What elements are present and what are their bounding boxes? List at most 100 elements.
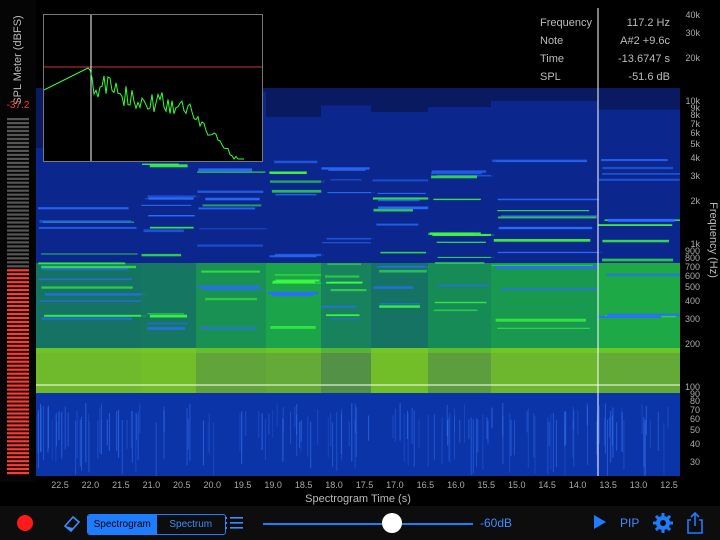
spectrogram-band [196, 348, 266, 393]
meter-segment [7, 444, 29, 447]
frequency-tick: 300 [684, 314, 700, 325]
meter-segment [7, 225, 29, 228]
meter-segment [7, 312, 29, 316]
meter-segment [7, 185, 29, 188]
eraser-icon[interactable] [62, 514, 82, 532]
frequency-tick: 200 [684, 339, 700, 350]
spectrogram-streak [239, 413, 241, 452]
spectrogram-streak [100, 419, 102, 455]
spectrogram-harmonic [41, 253, 138, 255]
spectrogram-harmonic [199, 228, 270, 230]
spectrogram-streak [99, 407, 101, 454]
spectrogram-streak [135, 413, 137, 441]
list-icon[interactable] [224, 515, 244, 531]
meter-segment [7, 201, 29, 204]
spectrogram-band [491, 263, 598, 353]
spectrogram-harmonic [39, 220, 132, 223]
spectrogram-streak [534, 416, 536, 475]
pip-button[interactable]: PIP [620, 516, 639, 530]
spectrogram-band [141, 263, 196, 353]
time-tick: 18.0 [325, 480, 343, 490]
spectrogram-harmonic [326, 281, 363, 284]
spectrogram-streak [351, 403, 353, 462]
spectrogram-harmonic [270, 326, 316, 329]
meter-segment [7, 281, 29, 284]
spectrogram-harmonic [41, 265, 137, 269]
frequency-tick: 2k [690, 196, 700, 207]
meter-segment [7, 126, 29, 129]
spectrogram-harmonic [197, 190, 264, 193]
frequency-tick: 70 [689, 404, 700, 415]
meter-segment [7, 241, 29, 244]
frequency-tick: 5k [690, 139, 700, 150]
spectrogram-streak [327, 417, 329, 458]
meter-segment [7, 328, 29, 331]
spectrogram-streak [464, 404, 465, 443]
spectrogram-harmonic [196, 285, 261, 288]
play-icon[interactable] [593, 514, 607, 530]
spectrogram-harmonic [436, 241, 486, 243]
record-icon[interactable] [17, 515, 33, 531]
meter-segment [7, 340, 29, 343]
spectrogram-streak [604, 403, 606, 454]
spectrogram-harmonic [322, 242, 371, 244]
meter-segment [7, 384, 29, 387]
spectrogram-streak [85, 403, 87, 463]
gear-icon[interactable] [653, 513, 673, 533]
meter-segment [7, 316, 29, 320]
spectrogram-harmonic [497, 251, 603, 254]
time-tick: 19.0 [264, 480, 282, 490]
meter-segment [7, 213, 29, 216]
spectrogram-harmonic [606, 273, 680, 276]
spectrogram-harmonic [437, 284, 489, 287]
spectrogram-streak [502, 403, 504, 437]
spectrogram-harmonic [41, 286, 133, 289]
spectrogram-band [266, 263, 321, 353]
spectrogram-streak [596, 421, 598, 455]
spectrogram-streak [448, 417, 450, 461]
spectrogram-streak [61, 411, 63, 456]
spectrum-tab[interactable]: Spectrum [157, 515, 226, 534]
spectrogram-harmonic [376, 223, 419, 226]
spectrogram-harmonic [372, 197, 430, 200]
time-tick: 21.0 [142, 480, 161, 490]
level-slider-track[interactable] [263, 523, 473, 525]
spectrogram-harmonic [38, 227, 137, 229]
level-slider-thumb[interactable] [382, 513, 402, 533]
meter-segment [7, 217, 29, 220]
share-icon[interactable] [686, 512, 704, 534]
time-tick: 14.0 [568, 480, 587, 490]
spectrogram-harmonic [495, 318, 587, 322]
spectrogram-harmonic [373, 286, 414, 289]
spectrogram-streak [261, 413, 263, 450]
time-label: Time [540, 53, 565, 65]
spectrogram-harmonic [269, 180, 325, 183]
frequency-tick: 60 [689, 414, 700, 425]
spectrogram-harmonic [202, 204, 262, 207]
spectrogram-streak [43, 405, 45, 461]
frequency-tick: 6k [690, 128, 700, 139]
spectrogram-tab[interactable]: Spectrogram [88, 515, 157, 534]
spectrogram-streak [207, 422, 209, 452]
spectrogram-streak [616, 422, 618, 451]
spectrogram-harmonic [275, 279, 320, 282]
meter-segment [7, 149, 29, 152]
meter-segment [7, 137, 29, 141]
level-label: -60dB [480, 516, 513, 530]
spectrogram-streak [355, 407, 357, 457]
spectrogram-streak [486, 417, 488, 440]
spectrogram-streak [155, 422, 157, 476]
spectrogram-band [321, 348, 371, 393]
spectrogram-streak [368, 415, 370, 441]
spectrogram-streak [548, 422, 550, 447]
spectrogram-harmonic [38, 207, 129, 210]
meter-segment [7, 161, 29, 164]
spectrogram-streak [88, 421, 90, 473]
spectrum-inset-graph [43, 15, 262, 161]
spectrogram-harmonic [598, 178, 680, 181]
spectrogram-streak [264, 419, 266, 460]
time-axis-title: Spectrogram Time (s) [305, 493, 411, 505]
spectrogram-harmonic [497, 210, 590, 212]
spectrogram-band [371, 348, 428, 393]
spectrogram-harmonic [379, 303, 421, 305]
